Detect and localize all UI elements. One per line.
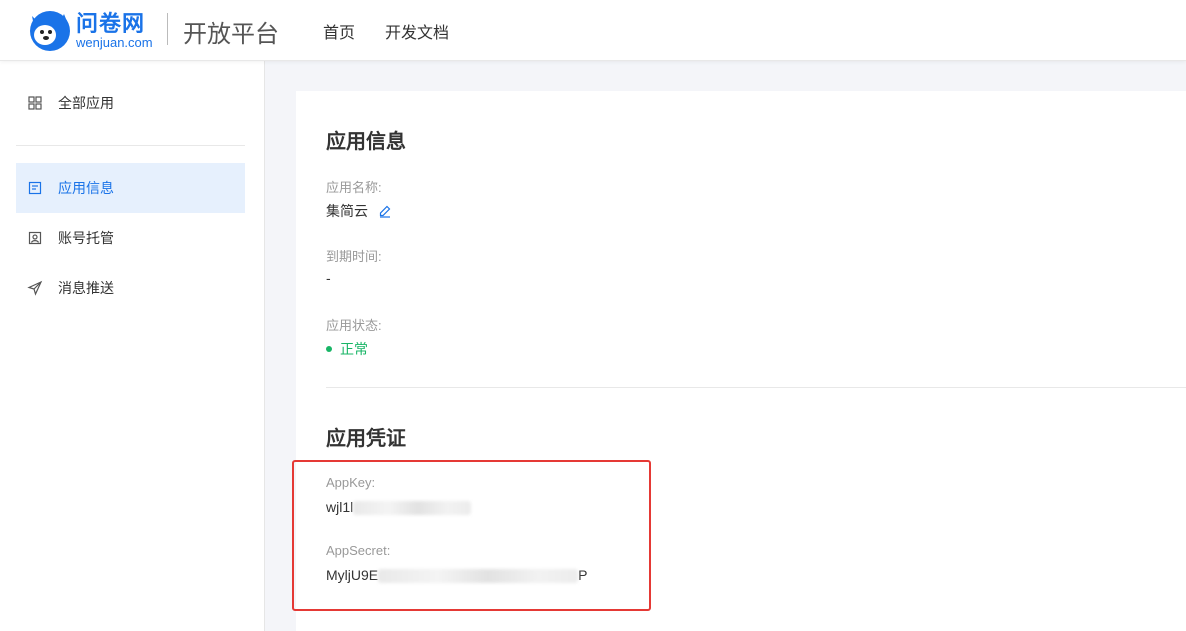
expire-time-value: -	[326, 270, 331, 286]
sidebar-item-app-info[interactable]: 应用信息	[16, 163, 245, 213]
app-name-value: 集简云	[326, 203, 368, 219]
sidebar-item-label: 账号托管	[58, 230, 114, 246]
app-info-title: 应用信息	[326, 131, 406, 153]
app-status-label: 应用状态:	[326, 318, 382, 333]
expire-time-label: 到期时间:	[326, 249, 382, 264]
app-name-label: 应用名称:	[326, 180, 382, 195]
wenjuan-logo-icon[interactable]	[26, 8, 74, 52]
nav-docs-link[interactable]: 开发文档	[385, 19, 449, 43]
sidebar: 全部应用 应用信息 账号托管 消息推送	[0, 61, 265, 631]
credentials-title: 应用凭证	[326, 428, 406, 450]
brand-separator	[167, 13, 168, 45]
credentials-highlight-box	[292, 460, 651, 611]
sidebar-item-label: 全部应用	[58, 95, 114, 111]
edit-pencil-icon[interactable]	[378, 204, 392, 221]
platform-title: 开放平台	[183, 20, 279, 48]
top-nav: 首页 开发文档	[323, 19, 449, 43]
sidebar-item-all-apps[interactable]: 全部应用	[16, 78, 245, 128]
status-dot-icon	[326, 346, 332, 352]
sidebar-divider	[16, 145, 245, 146]
app-status-row: 正常	[326, 339, 368, 359]
grid-icon	[27, 95, 43, 111]
top-header: 问卷网 wenjuan.com 开放平台 首页 开发文档	[0, 0, 1186, 61]
app-name-row: 集简云	[326, 201, 392, 221]
section-divider	[326, 387, 1186, 388]
sidebar-item-label: 消息推送	[58, 280, 114, 296]
brand-domain: wenjuan.com	[76, 35, 153, 50]
brand-name: 问卷网	[76, 11, 146, 36]
sidebar-item-message-push[interactable]: 消息推送	[16, 263, 245, 313]
portrait-icon	[27, 230, 43, 246]
sidebar-item-label: 应用信息	[58, 180, 114, 196]
app-status-value: 正常	[340, 341, 368, 357]
sidebar-item-account-hosting[interactable]: 账号托管	[16, 213, 245, 263]
nav-home-link[interactable]: 首页	[323, 19, 355, 43]
paper-plane-icon	[27, 280, 43, 296]
document-icon	[27, 180, 43, 196]
